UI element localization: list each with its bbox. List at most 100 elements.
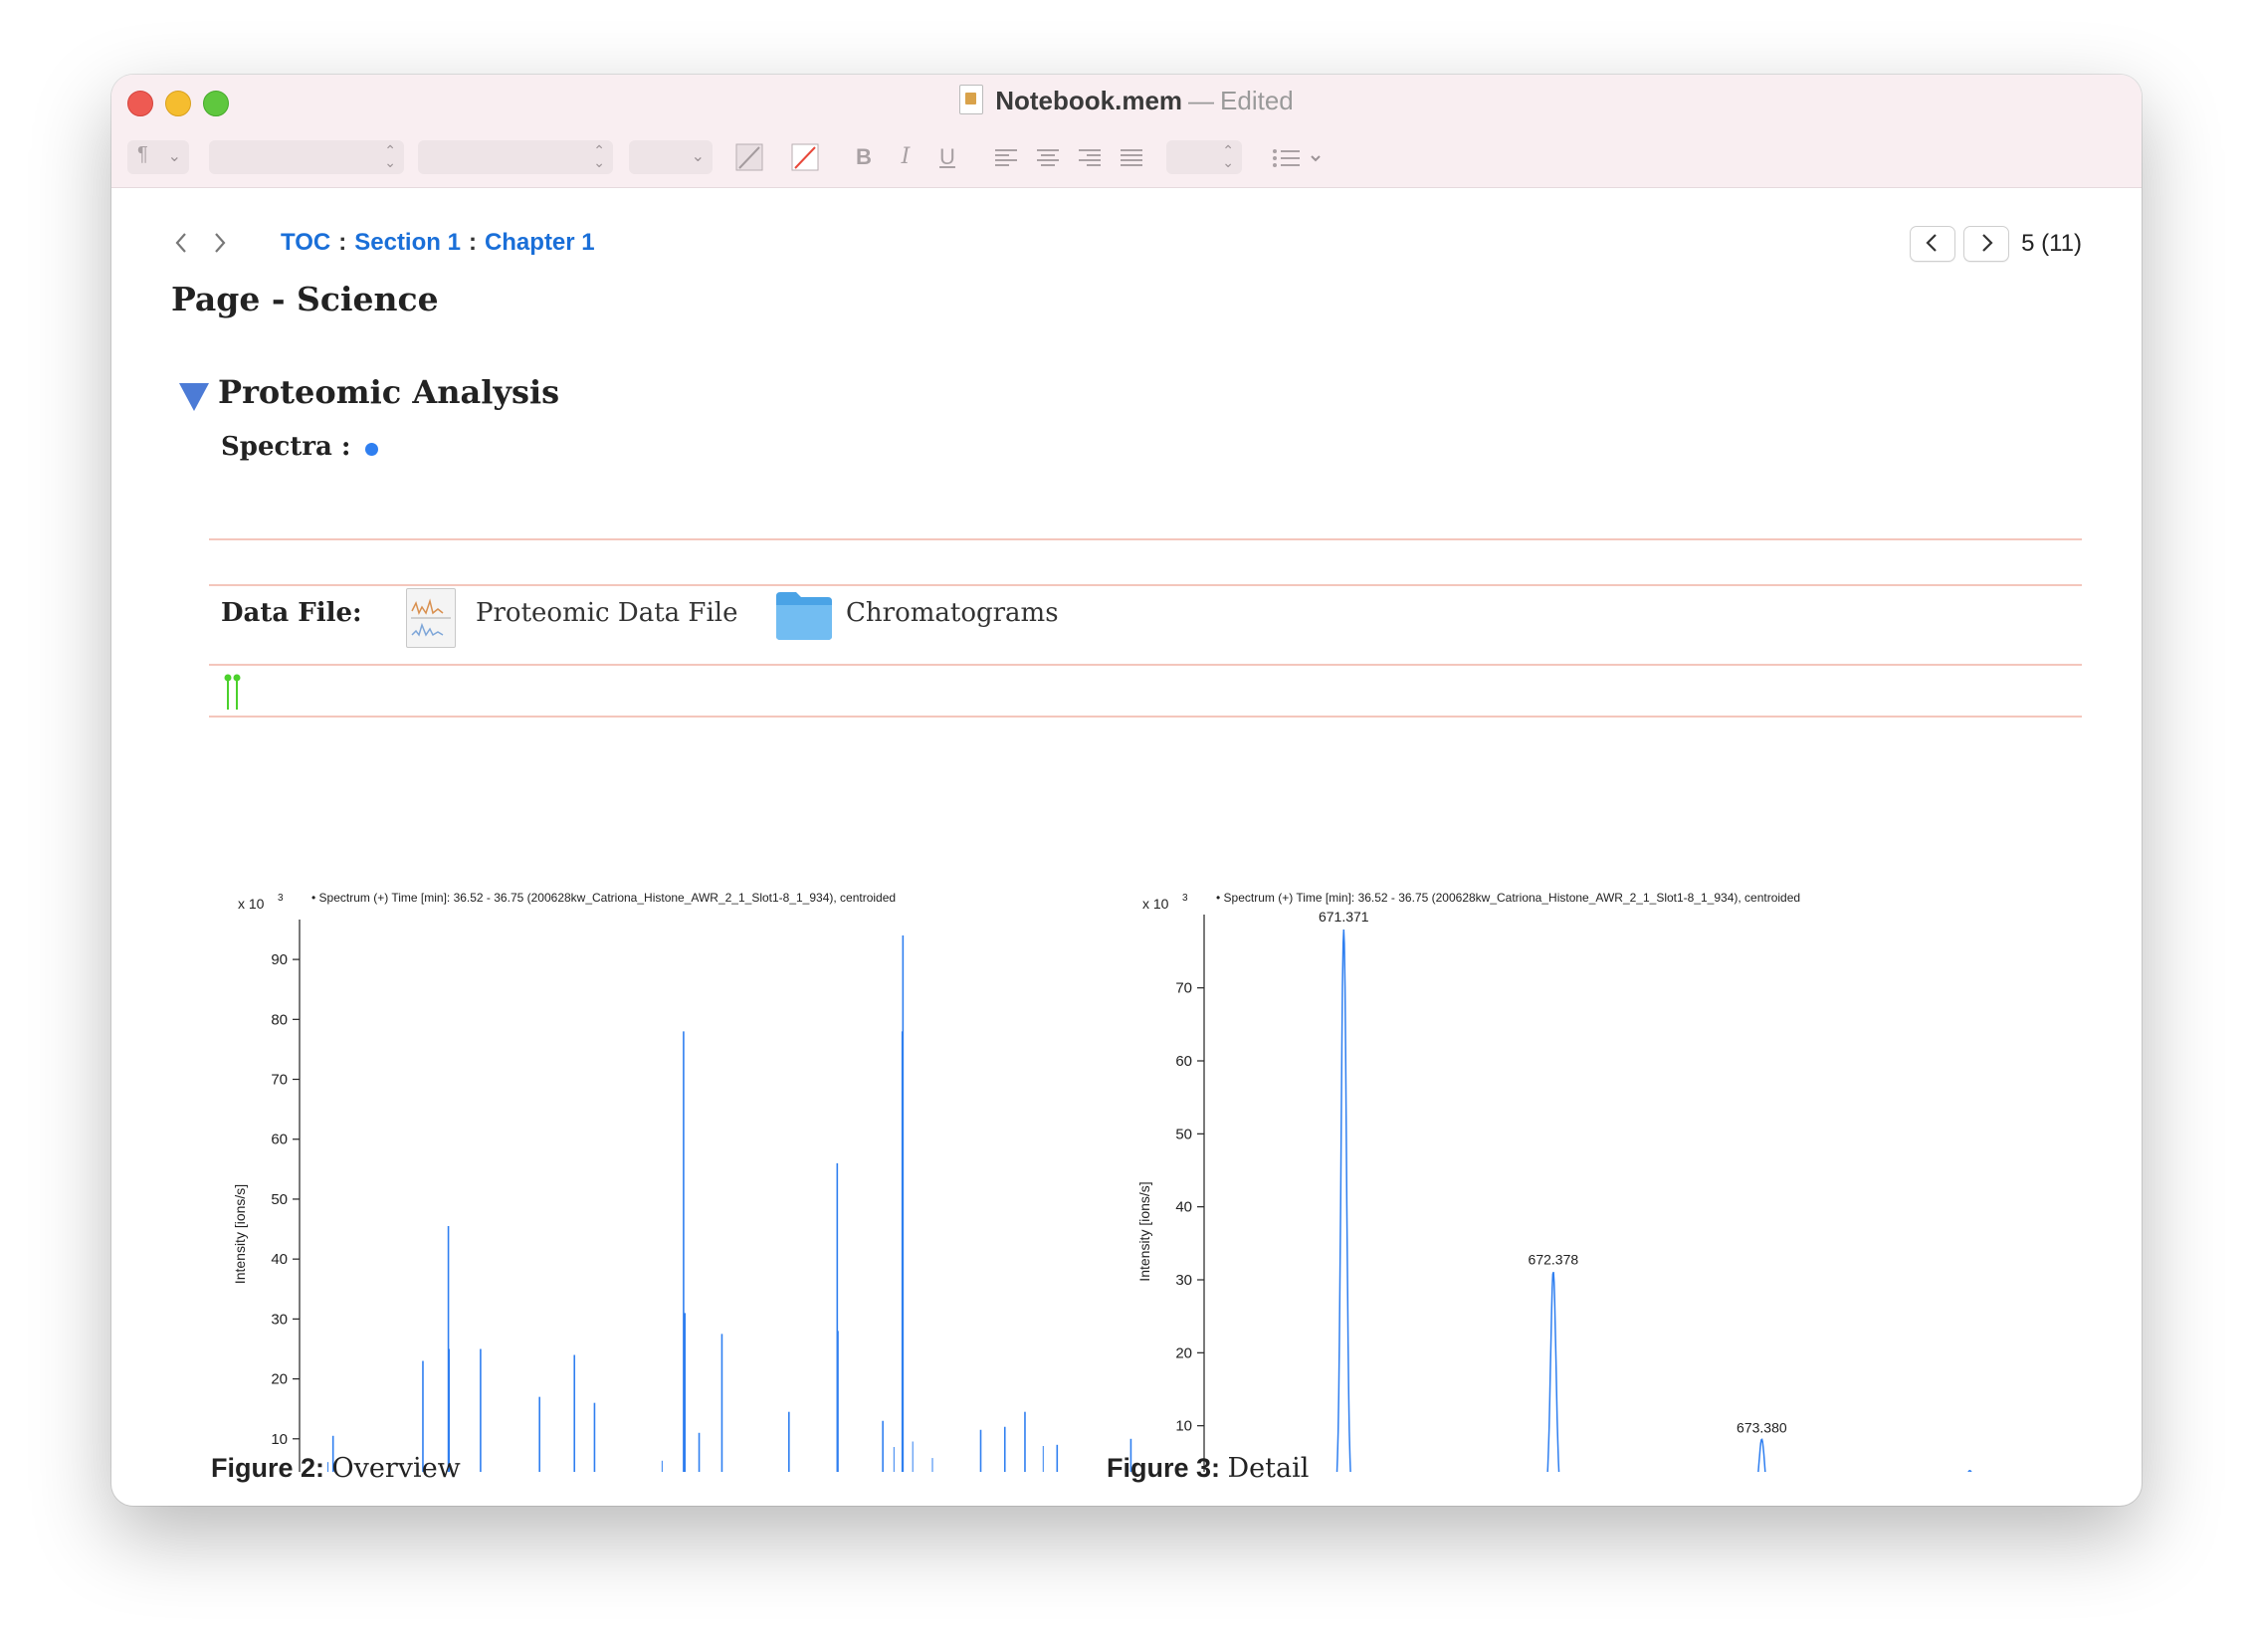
- y-tick-label: 80: [271, 1011, 288, 1028]
- font-style-popup[interactable]: ⌃ ⌄: [418, 140, 613, 174]
- chevron-right-icon: [1982, 234, 1993, 252]
- justify-button[interactable]: [1117, 142, 1146, 172]
- breadcrumb-separator: :: [468, 229, 477, 256]
- forward-icon[interactable]: [215, 233, 226, 253]
- bold-button[interactable]: B: [850, 142, 878, 172]
- up-down-chevron-icon: ⌃ ⌄: [384, 142, 396, 170]
- spectrum-thumbnail: [411, 598, 451, 637]
- align-left-button[interactable]: [991, 142, 1021, 172]
- y-axis-label: Intensity [ions/s]: [1136, 1181, 1152, 1281]
- underline-button[interactable]: U: [933, 142, 961, 172]
- y-tick-label: 60: [271, 1132, 288, 1148]
- spectra-label: Spectra :: [221, 432, 351, 462]
- no-color-icon: [791, 143, 819, 171]
- chart-title: • Spectrum (+) Time [min]: 36.52 - 36.75…: [1216, 891, 1800, 905]
- peak-label: 672.378: [1529, 1252, 1579, 1268]
- line-spacing-popup[interactable]: ⌃ ⌄: [1166, 140, 1242, 174]
- notebook-page: TOC: Section 1: Chapter 1 5 (11) Page - Sc…: [111, 188, 2142, 1506]
- divider-line: [209, 538, 2082, 540]
- align-right-button[interactable]: [1075, 142, 1105, 172]
- back-icon[interactable]: [175, 233, 186, 253]
- divider-line: [209, 584, 2082, 586]
- disclosure-triangle-icon[interactable]: [179, 383, 209, 411]
- document-icon: [959, 85, 984, 114]
- align-center-icon: [1037, 149, 1059, 166]
- divider-line: [209, 664, 2082, 666]
- detail-spectrum-chart[interactable]: • Spectrum (+) Time [min]: 36.52 - 36.75…: [1107, 775, 2122, 1472]
- previous-page-button[interactable]: [1910, 226, 1956, 262]
- y-multiplier: x 10: [1142, 896, 1169, 912]
- align-left-icon: [995, 149, 1017, 166]
- font-size-combo[interactable]: ⌄: [629, 140, 713, 174]
- y-tick-label: 20: [271, 1371, 288, 1388]
- page-counter: 5 (11): [2021, 230, 2082, 257]
- breadcrumb-chapter[interactable]: Chapter 1: [485, 229, 595, 256]
- divider-line: [209, 716, 2082, 718]
- data-file-label: Data File:: [221, 598, 362, 628]
- proteomic-data-file-link[interactable]: Proteomic Data File: [476, 598, 737, 628]
- y-tick-label: 90: [271, 951, 288, 968]
- chevron-down-icon: ⌄: [691, 148, 705, 165]
- breadcrumb-toc[interactable]: TOC: [281, 229, 330, 256]
- y-tick-label: 40: [271, 1251, 288, 1268]
- y-tick-label: 50: [271, 1191, 288, 1208]
- page-pager: 5 (11): [1910, 226, 2082, 262]
- window-title-separator: —: [1188, 86, 1215, 115]
- list-style-button[interactable]: [1270, 142, 1331, 172]
- pin-markers-icon[interactable]: [223, 672, 243, 712]
- section-title: Proteomic Analysis: [218, 373, 560, 411]
- spectrum-profile-line: [1335, 929, 1972, 1472]
- y-tick-label: 30: [1175, 1272, 1192, 1289]
- overview-spectrum-chart[interactable]: • Spectrum (+) Time [min]: 36.52 - 36.75…: [211, 775, 1226, 1472]
- text-color-button[interactable]: [734, 142, 764, 172]
- chromatograms-link[interactable]: Chromatograms: [846, 598, 1059, 628]
- y-tick-label: 10: [271, 1431, 288, 1448]
- text-color-icon: [735, 143, 763, 171]
- y-tick-label: 70: [1175, 980, 1192, 997]
- font-family-popup[interactable]: ⌃ ⌄: [209, 140, 404, 174]
- y-tick-label: 10: [1175, 1418, 1192, 1435]
- breadcrumb-separator: :: [338, 229, 347, 256]
- y-tick-label: 70: [271, 1072, 288, 1089]
- background-color-button[interactable]: [790, 142, 820, 172]
- spectrum-document-icon[interactable]: [406, 588, 456, 648]
- figure-3-text: Detail: [1227, 1453, 1310, 1484]
- y-tick-label: 50: [1175, 1126, 1192, 1142]
- chevron-left-icon: [1926, 234, 1937, 252]
- y-multiplier-exponent: 3: [278, 893, 284, 904]
- italic-button[interactable]: I: [892, 142, 920, 172]
- page-title: Page - Science: [171, 280, 439, 318]
- spectra-indicator-dot[interactable]: [365, 443, 378, 456]
- chevron-down-icon: ⌄: [167, 148, 181, 165]
- format-toolbar: ¶ ⌄ ⌃ ⌄ ⌃ ⌄ ⌄ B I U ⌃ ⌄: [111, 140, 2142, 176]
- figure-2-caption: Figure 2: Overview: [211, 1453, 461, 1484]
- y-tick-label: 40: [1175, 1199, 1192, 1216]
- figure-3-label: Figure 3:: [1107, 1453, 1221, 1483]
- align-center-button[interactable]: [1033, 142, 1063, 172]
- justify-icon: [1121, 149, 1142, 166]
- paragraph-style-popup[interactable]: ¶ ⌄: [127, 140, 189, 174]
- peak-label: 673.380: [1737, 1419, 1787, 1435]
- list-icon: [1273, 149, 1321, 167]
- y-tick-label: 30: [271, 1311, 288, 1328]
- breadcrumb-section[interactable]: Section 1: [354, 229, 461, 256]
- up-down-chevron-icon: ⌃ ⌄: [1222, 142, 1234, 170]
- figure-2-label: Figure 2:: [211, 1453, 325, 1483]
- y-multiplier: x 10: [238, 896, 265, 912]
- app-window: Notebook.mem—Edited ¶ ⌄ ⌃⌄ ⌃⌄ ⌄ B I: [111, 75, 2142, 1506]
- breadcrumb: TOC: Section 1: Chapter 1: [281, 229, 595, 257]
- align-right-icon: [1079, 149, 1101, 166]
- y-axis-label: Intensity [ions/s]: [232, 1184, 248, 1284]
- window-title: Notebook.mem — Edited: [111, 85, 2142, 116]
- history-nav: [171, 228, 251, 265]
- up-down-chevron-icon: ⌃ ⌄: [593, 142, 605, 170]
- figure-3-caption: Figure 3: Detail: [1107, 1453, 1309, 1484]
- title-bar: Notebook.mem—Edited ¶ ⌄ ⌃⌄ ⌃⌄ ⌄ B I: [111, 75, 2142, 188]
- next-page-button[interactable]: [1963, 226, 2010, 262]
- peak-label: 671.371: [1319, 909, 1369, 925]
- figure-2-text: Overview: [331, 1453, 461, 1484]
- y-tick-label: 60: [1175, 1053, 1192, 1070]
- chart-title: • Spectrum (+) Time [min]: 36.52 - 36.75…: [311, 891, 896, 905]
- y-tick-label: 20: [1175, 1344, 1192, 1361]
- folder-icon[interactable]: [774, 590, 834, 642]
